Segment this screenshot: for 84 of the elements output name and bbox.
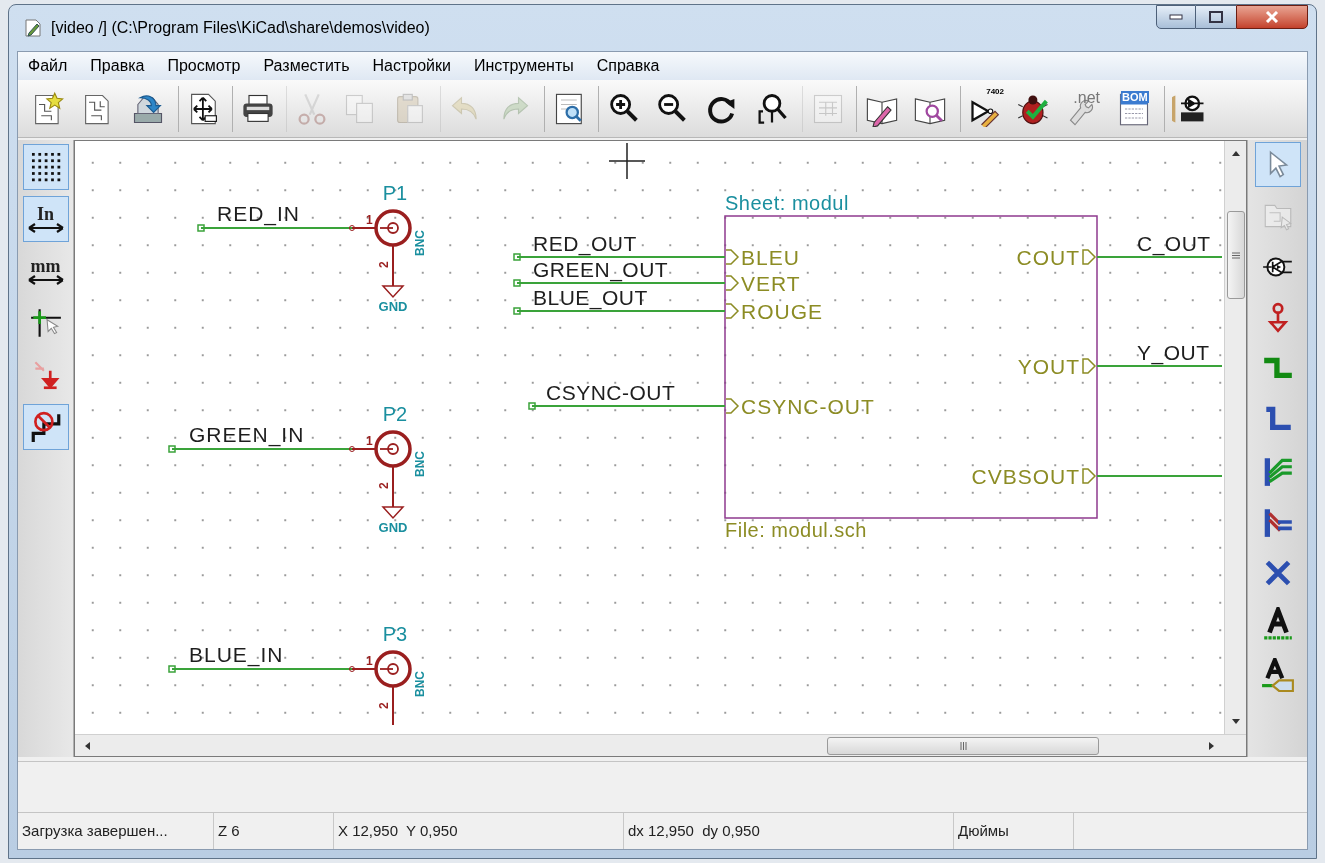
sheet-pin-marker (725, 275, 740, 291)
status-text: X 12,950 Y 0,950 (338, 820, 458, 841)
toolbar-button[interactable]: BOM (1110, 85, 1156, 132)
menu-item[interactable]: Разместить (263, 54, 350, 78)
value-label: BNC (413, 671, 427, 697)
scrollbar-thumb[interactable] (827, 736, 1099, 755)
minimize-icon (1169, 14, 1183, 20)
ground-symbol (381, 285, 405, 299)
toolbar-button[interactable] (22, 144, 69, 190)
sheet-pin-marker (1082, 468, 1097, 484)
toolbar-button[interactable] (22, 404, 69, 450)
sheet-pin-label: VERT (741, 272, 801, 295)
left-arrow-icon[interactable] (83, 740, 91, 751)
net-label: GREEN_OUT (533, 258, 669, 281)
menu-item[interactable]: Файл (28, 54, 68, 78)
down-arrow-icon[interactable] (1230, 718, 1241, 726)
status-text: dx 12,950 dy 0,950 (628, 820, 760, 841)
status-text: Загрузка завершен... (22, 820, 168, 841)
pin-number: 1 (366, 434, 373, 448)
double-arrow-icon (26, 275, 65, 285)
toolbar-button[interactable]: mm (22, 248, 69, 294)
sheet-file-name: File: modul.sch (725, 519, 867, 541)
window-title: [video /] (C:\Program Files\KiCad\share\demos\video) (51, 18, 430, 38)
minimize-button[interactable] (1156, 5, 1196, 29)
sheet-name: Sheet: modul (725, 192, 849, 214)
up-arrow-icon[interactable] (1230, 149, 1241, 157)
sheet-pin-label: COUT (1016, 246, 1080, 269)
sheet-pin-label: CVBSOUT (971, 465, 1080, 488)
toolbar-button[interactable]: In (22, 196, 69, 242)
menu-item[interactable]: Просмотр (167, 54, 241, 78)
menu-item[interactable]: Инструменты (473, 54, 574, 78)
status-text: Дюймы (958, 820, 1009, 841)
sheet-pin-label: BLEU (741, 246, 800, 269)
close-button[interactable] (1236, 5, 1308, 29)
sheet-pin-marker (1082, 358, 1097, 374)
net-label: BLUE_IN (189, 643, 284, 666)
sheet-pin-marker (725, 303, 740, 319)
crosshair-cursor-icon (608, 142, 646, 180)
maximize-icon (1209, 11, 1223, 23)
sheet-pin-marker (725, 249, 740, 265)
net-label: CSYNC-OUT (546, 381, 676, 404)
pencil-document-icon (23, 18, 43, 38)
menu-item[interactable]: Настройки (372, 54, 451, 78)
pin-number: 2 (377, 702, 391, 709)
reference-label: P3 (382, 623, 408, 645)
net-label: Y_OUT (1137, 341, 1210, 364)
grip-icon (959, 741, 967, 750)
pin-number: 1 (366, 213, 373, 227)
sheet-pin-label: CSYNC-OUT (741, 395, 875, 418)
sheet-pin-marker (1082, 249, 1097, 265)
status-text: Z 6 (218, 820, 240, 841)
sheet-pin-label: ROUGE (741, 300, 823, 323)
net-label: BLUE_OUT (533, 286, 648, 309)
double-arrow-icon (26, 223, 65, 233)
crosshair-pointer-icon (28, 306, 63, 340)
net-label: RED_OUT (533, 232, 637, 255)
power-label: GND (378, 299, 408, 314)
pin-number: 1 (366, 654, 373, 668)
close-icon (1265, 11, 1279, 23)
toolbar-button[interactable]: .net (1060, 85, 1106, 132)
vertical-scrollbar[interactable] (1224, 141, 1246, 734)
menu-item[interactable]: Справка (596, 54, 660, 78)
grip-icon (1231, 251, 1240, 259)
net-label: GREEN_IN (189, 423, 305, 446)
maximize-button[interactable] (1196, 5, 1236, 29)
pin-number: 2 (377, 261, 391, 268)
value-label: BNC (413, 230, 427, 256)
reference-label: P1 (382, 182, 408, 204)
global-label-icon (1260, 657, 1295, 692)
pin-number: 2 (377, 482, 391, 489)
horizontal-scrollbar[interactable] (75, 734, 1246, 756)
net-label: C_OUT (1137, 232, 1211, 255)
power-label: GND (378, 520, 408, 535)
sheet-pin-label: YOUT (1017, 355, 1080, 378)
menu-item[interactable]: Правка (90, 54, 145, 78)
schematic-canvas[interactable]: RED_IN P1 1 2 BNC GND GREEN_IN P2 1 2 BNC GND BLUE_IN P3 1 2 BNC Sheet: modul File: modul.sch RED_OUT BLEU GREEN_OUT VERT BLUE_OUT ROUGE CSYNC-OUT CSYNC-OUT C_OUT COUT Y_OUT YOUT CVBSOUT (75, 141, 1224, 734)
value-label: BNC (413, 451, 427, 477)
reference-label: P2 (382, 403, 408, 425)
scrollbar-thumb[interactable] (1226, 211, 1245, 299)
sheet-pin-marker (725, 398, 740, 414)
right-arrow-icon[interactable] (1208, 740, 1216, 751)
toolbar-button[interactable]: 7402 (960, 85, 1006, 132)
ground-symbol (381, 506, 405, 520)
net-label: RED_IN (217, 202, 301, 225)
